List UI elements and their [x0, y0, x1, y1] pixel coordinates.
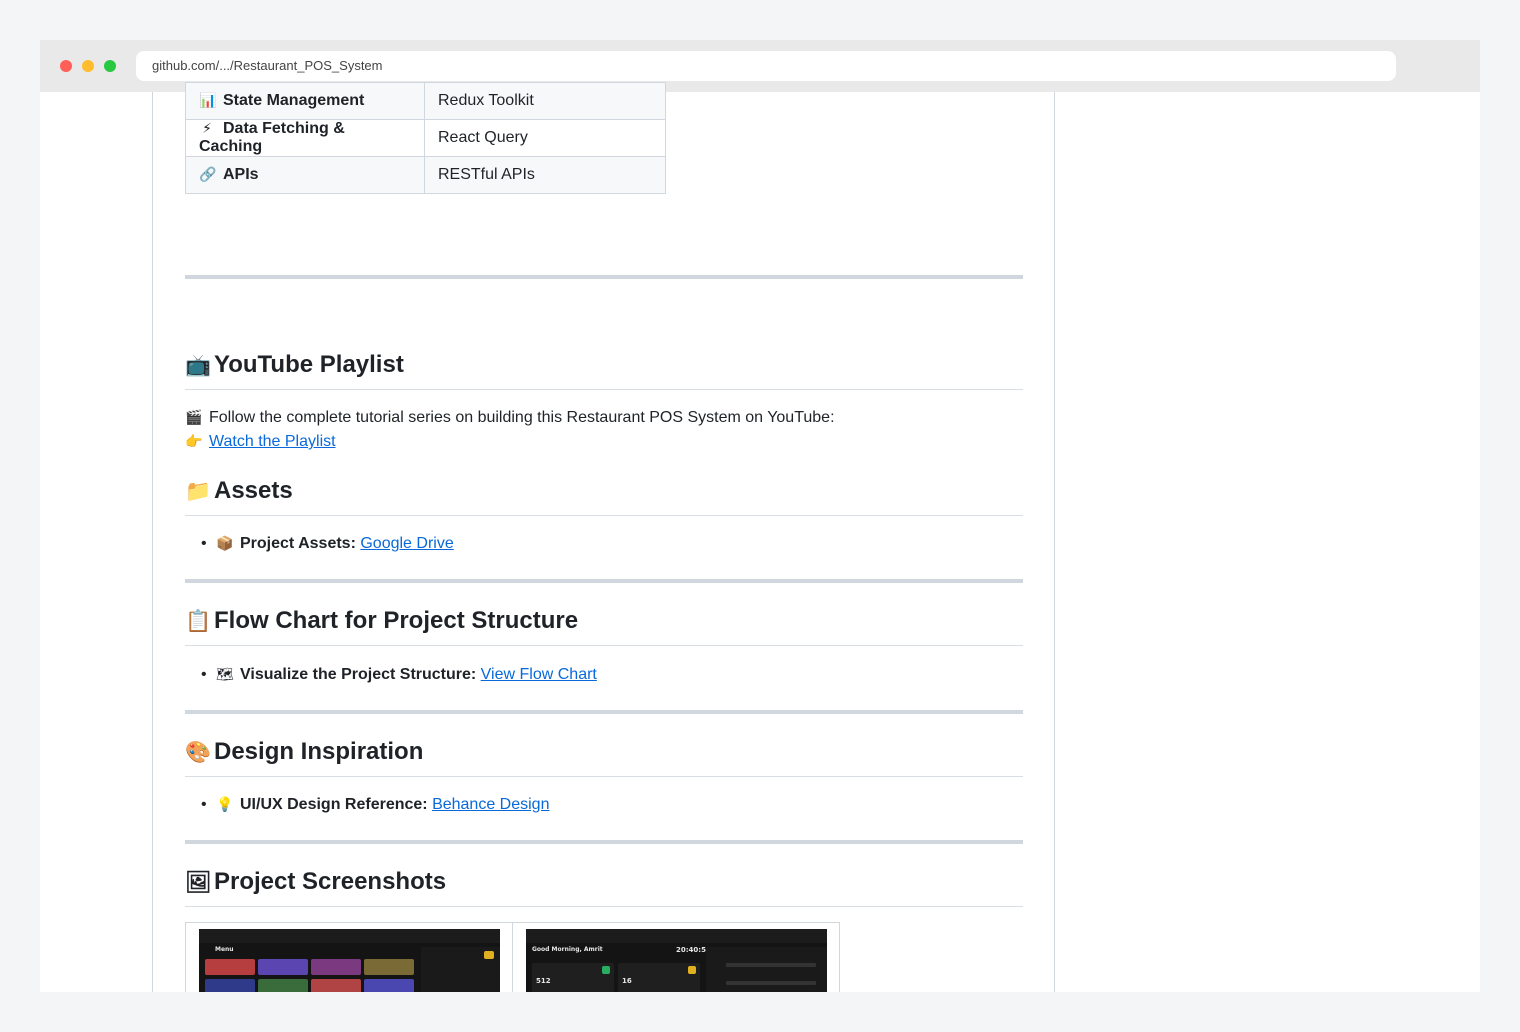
- thumb-topbar: [199, 929, 500, 943]
- thumb-greeting: Good Morning, Amrit: [532, 946, 603, 953]
- thumb-tile: [311, 979, 361, 992]
- framed-picture-icon: 🖼: [185, 871, 212, 894]
- youtube-heading: 📺 YouTube Playlist: [185, 350, 1023, 390]
- youtube-link-line: 👉 Watch the Playlist: [185, 429, 336, 454]
- tech-stack-table: 📊 State Management Redux Toolkit ⚡ Data Fe…: [185, 82, 666, 194]
- item-label: Visualize the Project Structure:: [240, 666, 477, 683]
- bullet: •: [201, 535, 207, 552]
- menu-screenshot[interactable]: Menu: [199, 929, 500, 992]
- view-flow-chart-link[interactable]: View Flow Chart: [481, 666, 597, 683]
- browser-window: github.com/.../Restaurant_POS_System 📊 St…: [40, 40, 1480, 992]
- screenshots-heading: 🖼Project Screenshots: [185, 867, 1023, 907]
- column-border-right: [1054, 92, 1055, 992]
- table-cell-label: ⚡ Data Fetching & Caching: [185, 119, 425, 157]
- bar-chart-icon: 📊: [199, 92, 217, 108]
- thumb-tile: [364, 959, 414, 975]
- clipboard-icon: 📋: [185, 610, 212, 633]
- screenshot-cell: Good Morning, Amrit 20:40:53 512 16: [512, 922, 840, 992]
- map-icon: 🗺: [216, 666, 234, 682]
- intro-text: Follow the complete tutorial series on b…: [209, 409, 835, 426]
- thumb-tile: [205, 959, 255, 975]
- heading-text: Assets: [214, 477, 293, 504]
- thumb-tile: [364, 979, 414, 992]
- thumb-heading: Menu: [215, 946, 234, 953]
- thumb-badge: [484, 951, 494, 959]
- page-content: 📊 State Management Redux Toolkit ⚡ Data Fe…: [40, 82, 1480, 992]
- table-cell-value: React Query: [424, 119, 666, 157]
- screenshots-table: Menu Good Morning, Amrit 20:40:53 512 16: [185, 922, 841, 992]
- link-icon: 🔗: [199, 166, 217, 182]
- cell-text: Data Fetching & Caching: [199, 120, 345, 155]
- screenshot-cell: Menu: [185, 922, 513, 992]
- list-item: • 🗺 Visualize the Project Structure: View …: [201, 662, 597, 687]
- address-bar[interactable]: github.com/.../Restaurant_POS_System: [136, 51, 1396, 81]
- horizontal-rule: [185, 579, 1023, 583]
- table-cell-value: RESTful APIs: [424, 156, 666, 194]
- thumb-badge: [602, 966, 610, 974]
- item-label: UI/UX Design Reference:: [240, 796, 428, 813]
- maximize-window-button[interactable]: [104, 60, 116, 72]
- thumb-badge: [688, 966, 696, 974]
- thumb-sidebar: [706, 947, 827, 992]
- thumb-row: [726, 981, 816, 985]
- television-icon: 📺: [185, 354, 212, 377]
- table-cell-label: 📊 State Management: [185, 82, 425, 120]
- lightning-icon: ⚡: [202, 120, 212, 136]
- list-item: • 📦 Project Assets: Google Drive: [201, 531, 454, 556]
- dashboard-screenshot[interactable]: Good Morning, Amrit 20:40:53 512 16: [526, 929, 827, 992]
- table-row: 🔗 APIs RESTful APIs: [185, 156, 666, 194]
- horizontal-rule: [185, 840, 1023, 844]
- minimize-window-button[interactable]: [82, 60, 94, 72]
- package-icon: 📦: [216, 535, 234, 551]
- bullet: •: [201, 796, 207, 813]
- table-cell-label: 🔗 APIs: [185, 156, 425, 194]
- pointing-hand-icon: 👉: [185, 433, 203, 449]
- cell-text: APIs: [223, 166, 259, 183]
- thumb-stat: 16: [622, 977, 632, 985]
- thumb-tile: [258, 959, 308, 975]
- thumb-row: [726, 963, 816, 967]
- horizontal-rule: [185, 275, 1023, 279]
- behance-design-link[interactable]: Behance Design: [432, 796, 549, 813]
- thumb-tile: [258, 979, 308, 992]
- table-cell-value: Redux Toolkit: [424, 82, 666, 120]
- design-heading: 🎨 Design Inspiration: [185, 737, 1023, 777]
- close-window-button[interactable]: [60, 60, 72, 72]
- column-border-left: [152, 92, 153, 992]
- list-item: • 💡 UI/UX Design Reference: Behance Design: [201, 792, 549, 817]
- assets-heading: 📁 Assets: [185, 476, 1023, 516]
- thumb-topbar: [526, 929, 827, 943]
- thumb-tile: [205, 979, 255, 992]
- clapper-icon: 🎬: [185, 409, 203, 425]
- watch-playlist-link[interactable]: Watch the Playlist: [209, 433, 336, 450]
- palette-icon: 🎨: [185, 741, 212, 764]
- bullet: •: [201, 666, 207, 683]
- heading-text: Design Inspiration: [214, 738, 424, 765]
- heading-text: Project Screenshots: [214, 868, 447, 895]
- youtube-intro: 🎬 Follow the complete tutorial series on …: [185, 405, 835, 430]
- thumb-stat: 512: [536, 977, 551, 985]
- table-row: ⚡ Data Fetching & Caching React Query: [185, 119, 666, 157]
- google-drive-link[interactable]: Google Drive: [360, 535, 453, 552]
- light-bulb-icon: 💡: [216, 796, 234, 812]
- table-row: 📊 State Management Redux Toolkit: [185, 82, 666, 120]
- thumb-tile: [311, 959, 361, 975]
- folder-icon: 📁: [185, 480, 212, 503]
- horizontal-rule: [185, 710, 1023, 714]
- heading-text: Flow Chart for Project Structure: [214, 607, 579, 634]
- flow-chart-heading: 📋 Flow Chart for Project Structure: [185, 606, 1023, 646]
- heading-text: YouTube Playlist: [214, 351, 404, 378]
- cell-text: State Management: [223, 92, 365, 109]
- item-label: Project Assets:: [240, 535, 356, 552]
